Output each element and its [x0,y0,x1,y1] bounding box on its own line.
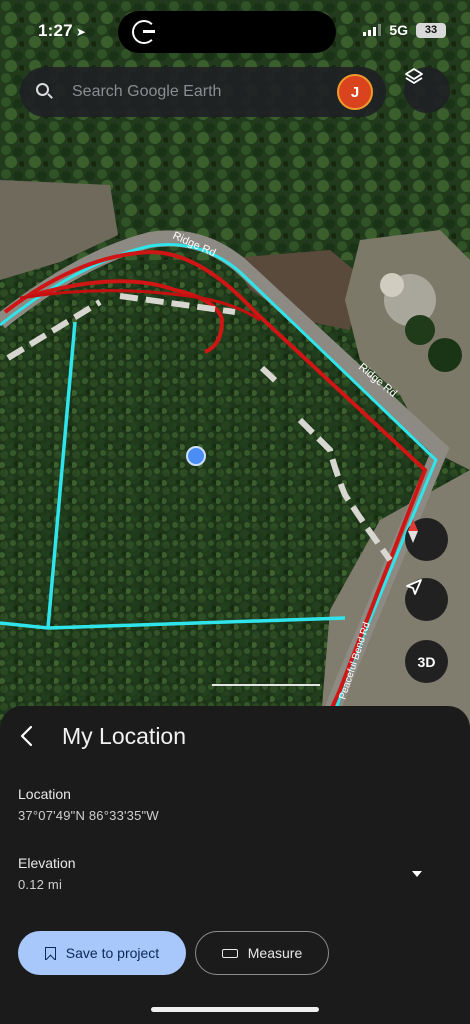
my-location-dot [186,446,206,466]
elevation-value: 0.12 mi [18,877,63,892]
measure-label: Measure [247,945,303,961]
ruler-icon [221,948,238,958]
exit-arrow-icon [132,20,156,44]
location-value: 37°07'49"N 86°33'35"W [18,808,159,823]
dynamic-island [118,11,336,53]
signal-icon [363,24,382,36]
back-arrow-icon [20,725,33,747]
status-bar: 1:27 ➤ 5G 33 [0,0,470,62]
compass-icon [408,519,418,543]
save-to-project-label: Save to project [65,945,160,961]
navigation-arrow-icon [406,579,422,595]
status-time: 1:27 ➤ [38,21,86,41]
location-sheet: My Location Location 37°07'49"N 86°33'35… [0,706,470,1024]
compass-button[interactable] [405,518,448,561]
location-label: Location [18,786,71,802]
save-to-project-button[interactable]: Save to project [18,931,186,975]
location-arrow-icon: ➤ [75,25,87,39]
network-type: 5G [389,22,408,38]
search-input[interactable] [72,82,332,102]
my-location-button[interactable] [405,578,448,621]
back-button[interactable] [12,720,40,752]
3d-view-button[interactable]: 3D [405,640,448,683]
layers-icon [405,68,423,84]
clock: 1:27 [38,21,73,40]
sheet-title: My Location [62,723,187,749]
elevation-label: Elevation [18,855,76,871]
satellite-map[interactable]: Ridge Rd Ridge Rd Peaceful Bend Rd 1:27 ➤… [0,0,470,730]
expand-dropdown-icon[interactable] [412,871,422,877]
status-indicators: 5G 33 [363,22,446,38]
search-bar[interactable]: J [20,67,386,117]
home-indicator[interactable] [151,1007,319,1012]
measure-button[interactable]: Measure [195,931,329,975]
bookmark-icon [44,946,56,960]
battery-icon: 33 [416,22,446,38]
account-avatar[interactable]: J [337,74,373,110]
search-icon [36,83,49,96]
layers-button[interactable] [404,67,450,113]
